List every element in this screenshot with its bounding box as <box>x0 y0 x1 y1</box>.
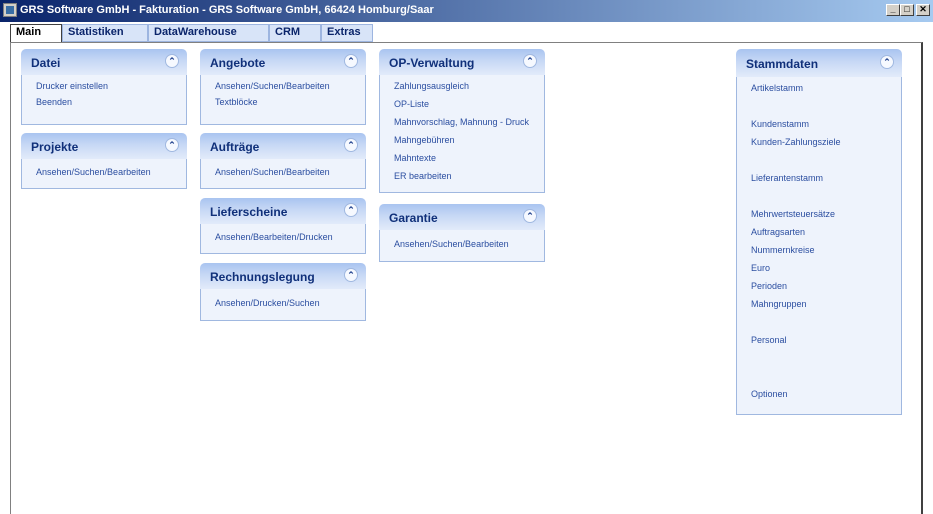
maximize-button[interactable]: □ <box>900 4 914 16</box>
panel-header-lieferscheine[interactable]: Lieferscheine ⌃ <box>200 198 366 224</box>
panel-body: Ansehen/Suchen/Bearbeiten <box>21 159 187 189</box>
menu-item-mehrwertsteuersaetze[interactable]: Mehrwertsteuersätze <box>751 209 835 219</box>
tab-bar: Main Statistiken DataWarehouse CRM Extra… <box>0 22 933 44</box>
menu-item-optionen[interactable]: Optionen <box>751 389 788 399</box>
menu-item-mahngruppen[interactable]: Mahngruppen <box>751 299 807 309</box>
app-icon <box>3 3 17 17</box>
panel-title: Stammdaten <box>746 57 819 71</box>
panel-body: Ansehen/Suchen/Bearbeiten Textblöcke <box>200 75 366 125</box>
tab-main[interactable]: Main <box>10 24 62 44</box>
tab-statistiken[interactable]: Statistiken <box>62 24 148 42</box>
panel-angebote: Angebote ⌃ Ansehen/Suchen/Bearbeiten Tex… <box>200 49 366 125</box>
menu-item-euro[interactable]: Euro <box>751 263 770 273</box>
menu-item-lieferscheine-ansehen[interactable]: Ansehen/Bearbeiten/Drucken <box>215 232 333 242</box>
tab-crm[interactable]: CRM <box>269 24 321 42</box>
panel-stammdaten: Stammdaten ⌃ Artikelstamm Kundenstamm Ku… <box>736 49 902 415</box>
panel-header-projekte[interactable]: Projekte ⌃ <box>21 133 187 159</box>
panel-garantie: Garantie ⌃ Ansehen/Suchen/Bearbeiten <box>379 204 545 262</box>
panel-header-rechnungslegung[interactable]: Rechnungslegung ⌃ <box>200 263 366 289</box>
main-content: Datei ⌃ Drucker einstellen Beenden Proje… <box>10 42 923 514</box>
panel-lieferscheine: Lieferscheine ⌃ Ansehen/Bearbeiten/Druck… <box>200 198 366 254</box>
menu-item-textbloecke[interactable]: Textblöcke <box>215 97 258 107</box>
chevron-up-double-icon[interactable]: ⌃ <box>523 54 537 68</box>
chevron-up-double-icon[interactable]: ⌃ <box>523 209 537 223</box>
panel-rechnungslegung: Rechnungslegung ⌃ Ansehen/Drucken/Suchen <box>200 263 366 321</box>
menu-item-mahntexte[interactable]: Mahntexte <box>394 153 436 163</box>
panel-title: OP-Verwaltung <box>389 56 475 70</box>
panel-projekte: Projekte ⌃ Ansehen/Suchen/Bearbeiten <box>21 133 187 189</box>
panel-title: Datei <box>31 56 61 70</box>
panel-header-auftraege[interactable]: Aufträge ⌃ <box>200 133 366 159</box>
chevron-up-double-icon[interactable]: ⌃ <box>165 138 179 152</box>
menu-item-beenden[interactable]: Beenden <box>36 97 72 107</box>
panel-title: Garantie <box>389 211 438 225</box>
chevron-up-double-icon[interactable]: ⌃ <box>880 55 894 69</box>
panel-body: Ansehen/Bearbeiten/Drucken <box>200 224 366 254</box>
panel-body: Ansehen/Suchen/Bearbeiten <box>200 159 366 189</box>
chevron-up-double-icon[interactable]: ⌃ <box>344 54 358 68</box>
chevron-up-double-icon[interactable]: ⌃ <box>344 268 358 282</box>
menu-item-artikelstamm[interactable]: Artikelstamm <box>751 83 803 93</box>
chevron-up-double-icon[interactable]: ⌃ <box>165 54 179 68</box>
menu-item-personal[interactable]: Personal <box>751 335 787 345</box>
window-title: GRS Software GmbH - Fakturation - GRS So… <box>20 4 434 16</box>
panel-datei: Datei ⌃ Drucker einstellen Beenden <box>21 49 187 125</box>
tab-extras[interactable]: Extras <box>321 24 373 42</box>
panel-header-garantie[interactable]: Garantie ⌃ <box>379 204 545 230</box>
panel-title: Lieferscheine <box>210 205 288 219</box>
panel-body: Zahlungsausgleich OP-Liste Mahnvorschlag… <box>379 75 545 193</box>
chevron-up-double-icon[interactable]: ⌃ <box>344 203 358 217</box>
menu-item-nummernkreise[interactable]: Nummernkreise <box>751 245 815 255</box>
minimize-button[interactable]: _ <box>886 4 900 16</box>
panel-header-op-verwaltung[interactable]: OP-Verwaltung ⌃ <box>379 49 545 75</box>
panel-title: Projekte <box>31 140 79 154</box>
panel-body: Drucker einstellen Beenden <box>21 75 187 125</box>
menu-item-angebote-ansehen[interactable]: Ansehen/Suchen/Bearbeiten <box>215 81 330 91</box>
menu-item-auftraege-ansehen[interactable]: Ansehen/Suchen/Bearbeiten <box>215 167 330 177</box>
panel-body: Artikelstamm Kundenstamm Kunden-Zahlungs… <box>736 77 902 415</box>
menu-item-projekte-ansehen[interactable]: Ansehen/Suchen/Bearbeiten <box>36 167 151 177</box>
menu-item-kunden-zahlungsziele[interactable]: Kunden-Zahlungsziele <box>751 137 841 147</box>
panel-header-stammdaten[interactable]: Stammdaten ⌃ <box>736 49 902 77</box>
panel-body: Ansehen/Suchen/Bearbeiten <box>379 230 545 262</box>
chevron-up-double-icon[interactable]: ⌃ <box>344 138 358 152</box>
menu-item-kundenstamm[interactable]: Kundenstamm <box>751 119 809 129</box>
panel-auftraege: Aufträge ⌃ Ansehen/Suchen/Bearbeiten <box>200 133 366 189</box>
panel-title: Rechnungslegung <box>210 270 315 284</box>
menu-item-mahnvorschlag[interactable]: Mahnvorschlag, Mahnung - Druck <box>394 117 529 127</box>
title-bar[interactable]: GRS Software GmbH - Fakturation - GRS So… <box>0 0 933 22</box>
menu-item-drucker-einstellen[interactable]: Drucker einstellen <box>36 81 108 91</box>
menu-item-op-liste[interactable]: OP-Liste <box>394 99 429 109</box>
panel-title: Angebote <box>210 56 266 70</box>
panel-op-verwaltung: OP-Verwaltung ⌃ Zahlungsausgleich OP-Lis… <box>379 49 545 193</box>
panel-title: Aufträge <box>210 140 260 154</box>
menu-item-zahlungsausgleich[interactable]: Zahlungsausgleich <box>394 81 469 91</box>
menu-item-mahngebuehren[interactable]: Mahngebühren <box>394 135 455 145</box>
menu-item-auftragsarten[interactable]: Auftragsarten <box>751 227 805 237</box>
panel-header-datei[interactable]: Datei ⌃ <box>21 49 187 75</box>
panel-body: Ansehen/Drucken/Suchen <box>200 289 366 321</box>
menu-item-rechnungslegung-ansehen[interactable]: Ansehen/Drucken/Suchen <box>215 298 320 308</box>
menu-item-er-bearbeiten[interactable]: ER bearbeiten <box>394 171 452 181</box>
menu-item-perioden[interactable]: Perioden <box>751 281 787 291</box>
tab-datawarehouse[interactable]: DataWarehouse <box>148 24 269 42</box>
menu-item-lieferantenstamm[interactable]: Lieferantenstamm <box>751 173 823 183</box>
menu-item-garantie-ansehen[interactable]: Ansehen/Suchen/Bearbeiten <box>394 239 509 249</box>
close-button[interactable]: ✕ <box>916 4 930 16</box>
panel-header-angebote[interactable]: Angebote ⌃ <box>200 49 366 75</box>
